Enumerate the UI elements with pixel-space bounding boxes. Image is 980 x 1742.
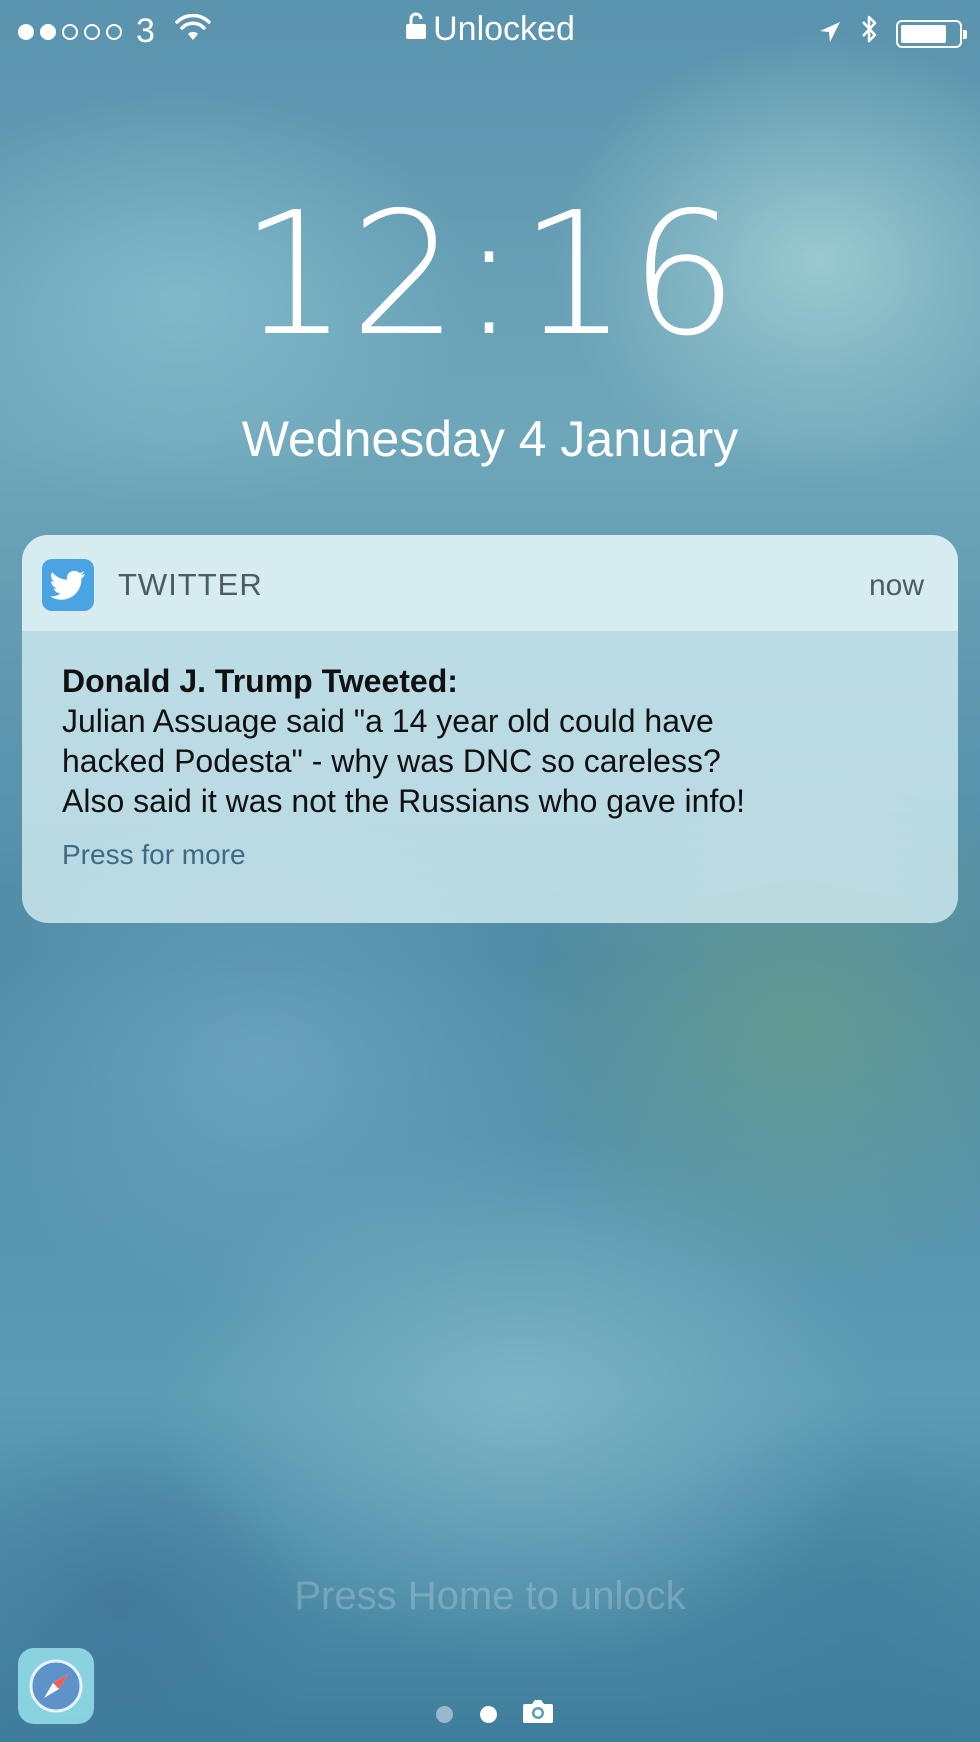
- location-arrow-icon: [818, 14, 842, 53]
- notification-time: now: [868, 569, 924, 602]
- unlock-hint: Press Home to unlock: [294, 1574, 686, 1618]
- lock-status-label: Unlocked: [433, 10, 575, 48]
- lockscreen-time: 12:16: [240, 176, 740, 374]
- battery-tip: [963, 29, 967, 39]
- notification-body: Donald J. Trump Tweeted: Julian Assuage …: [22, 631, 958, 871]
- notification-text-line: hacked Podesta" - why was DNC so careles…: [62, 743, 721, 779]
- notification-title: Donald J. Trump Tweeted:: [62, 663, 458, 699]
- page-dot: [436, 1706, 453, 1723]
- safari-compass-icon[interactable]: [18, 1648, 94, 1724]
- notification-app-name: TWITTER: [118, 567, 263, 602]
- lock-open-icon: [405, 10, 427, 49]
- battery-level: [901, 24, 946, 43]
- notification-header: TWITTER now: [22, 535, 958, 631]
- page-dot-active: [480, 1706, 497, 1723]
- notification-text-line: Also said it was not the Russians who ga…: [62, 783, 746, 819]
- notification-text-line: Julian Assuage said "a 14 year old could…: [62, 703, 714, 739]
- twitter-bird-icon: [42, 559, 94, 611]
- camera-icon[interactable]: [522, 1698, 554, 1729]
- press-for-more-hint: Press for more: [62, 839, 246, 870]
- twitter-notification[interactable]: TWITTER now Donald J. Trump Tweeted: Jul…: [22, 535, 958, 923]
- battery-icon: [896, 19, 967, 48]
- bluetooth-icon: [860, 14, 878, 53]
- status-bar: 3 Unlocked: [0, 0, 980, 64]
- lockscreen-date: Wednesday 4 January: [241, 411, 739, 467]
- status-right: [818, 14, 967, 53]
